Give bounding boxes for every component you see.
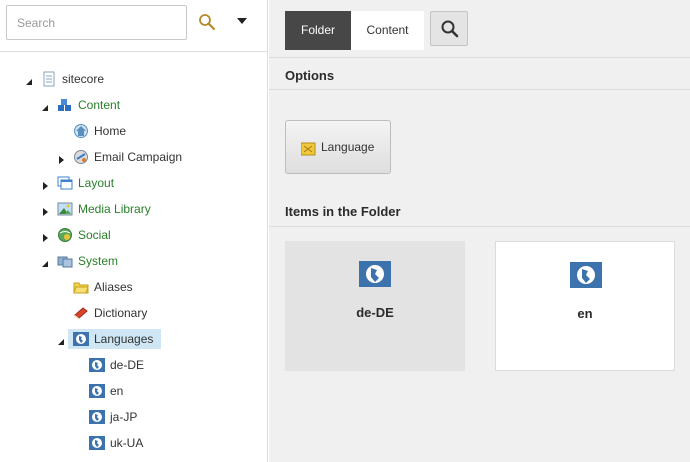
tree-node-lang[interactable]: ja-JP [0, 407, 268, 427]
tree-label: Email Campaign [94, 150, 183, 164]
folder-item-card[interactable]: en [495, 241, 675, 371]
tree-node-dictionary[interactable]: Dictionary [0, 303, 268, 323]
search-icon[interactable] [197, 12, 217, 32]
tree-node-layout[interactable]: Layout [0, 173, 268, 193]
tree-node-system[interactable]: System [0, 251, 268, 271]
tree-node-email-campaign[interactable]: Email Campaign [0, 147, 268, 167]
tab-folder[interactable]: Folder [285, 11, 351, 50]
system-icon [57, 253, 73, 269]
tree-node-home[interactable]: Home [0, 121, 268, 141]
content-cubes-icon [57, 97, 73, 113]
globe-icon [359, 261, 391, 287]
tree-label: Content [78, 98, 121, 112]
tree-node-aliases[interactable]: Aliases [0, 277, 268, 297]
image-icon [57, 201, 73, 217]
tree-label: Aliases [94, 280, 133, 294]
divider [269, 226, 690, 227]
globe-icon [89, 357, 105, 373]
expand-arrow-icon[interactable] [41, 231, 49, 242]
tree-node-lang[interactable]: de-DE [0, 355, 268, 375]
tree-label: System [78, 254, 119, 268]
items-folder-title: Items in the Folder [285, 204, 401, 219]
collapse-arrow-icon[interactable] [41, 257, 49, 267]
divider [269, 89, 690, 90]
tree-label: de-DE [110, 358, 145, 372]
globe-icon [89, 435, 105, 451]
tree-node-lang[interactable]: uk-UA [0, 433, 268, 453]
expand-arrow-icon[interactable] [57, 153, 65, 164]
globe-icon [570, 262, 602, 288]
tree-node-media-library[interactable]: Media Library [0, 199, 268, 219]
tree-label: Social [78, 228, 111, 242]
search-bar [0, 0, 268, 52]
book-icon [73, 305, 89, 321]
tree-node-sitecore[interactable]: sitecore [0, 69, 268, 89]
email-campaign-icon [73, 149, 89, 165]
tree-label: Layout [78, 176, 115, 190]
tree-node-content[interactable]: Content [0, 95, 268, 115]
tab-content[interactable]: Content [351, 11, 424, 50]
chevron-down-icon[interactable] [236, 15, 248, 27]
collapse-arrow-icon[interactable] [57, 335, 65, 345]
expand-arrow-icon[interactable] [41, 205, 49, 216]
layout-icon [57, 175, 73, 191]
language-flag-icon [300, 141, 317, 157]
tree-label: sitecore [62, 72, 105, 86]
tree-label: Languages [94, 332, 154, 346]
tree-label: Media Library [78, 202, 151, 216]
tab-bar: Folder Content [269, 0, 690, 58]
globe-icon [73, 331, 89, 347]
collapse-arrow-icon[interactable] [25, 75, 33, 85]
tree-label: ja-JP [110, 410, 138, 424]
expand-arrow-icon[interactable] [41, 179, 49, 190]
collapse-arrow-icon[interactable] [41, 101, 49, 111]
folder-item-card[interactable]: de-DE [285, 241, 465, 371]
search-tab-button[interactable] [430, 11, 468, 46]
globe-icon [89, 383, 105, 399]
home-icon [73, 123, 89, 139]
folder-item-name: en [577, 306, 593, 321]
tree-node-lang[interactable]: en [0, 381, 268, 401]
folder-item-name: de-DE [356, 305, 394, 320]
content-tree-pane: sitecore Content Home Email Campaign Lay… [0, 0, 268, 462]
folder-icon [73, 279, 89, 295]
tree-node-social[interactable]: Social [0, 225, 268, 245]
tree-label: Home [94, 124, 127, 138]
tree-label: uk-UA [110, 436, 144, 450]
tree-node-languages[interactable]: Languages [0, 329, 268, 349]
language-button[interactable]: Language [285, 120, 391, 174]
tree-label: en [110, 384, 124, 398]
search-icon [440, 19, 460, 42]
language-button-label: Language [321, 140, 375, 154]
tree-label: Dictionary [94, 306, 148, 320]
options-title: Options [285, 68, 335, 83]
folder-view-pane: Folder Content Options Language Items in… [269, 0, 690, 462]
document-icon [41, 71, 57, 87]
search-input[interactable] [6, 5, 187, 40]
social-globe-icon [57, 227, 73, 243]
globe-icon [89, 409, 105, 425]
